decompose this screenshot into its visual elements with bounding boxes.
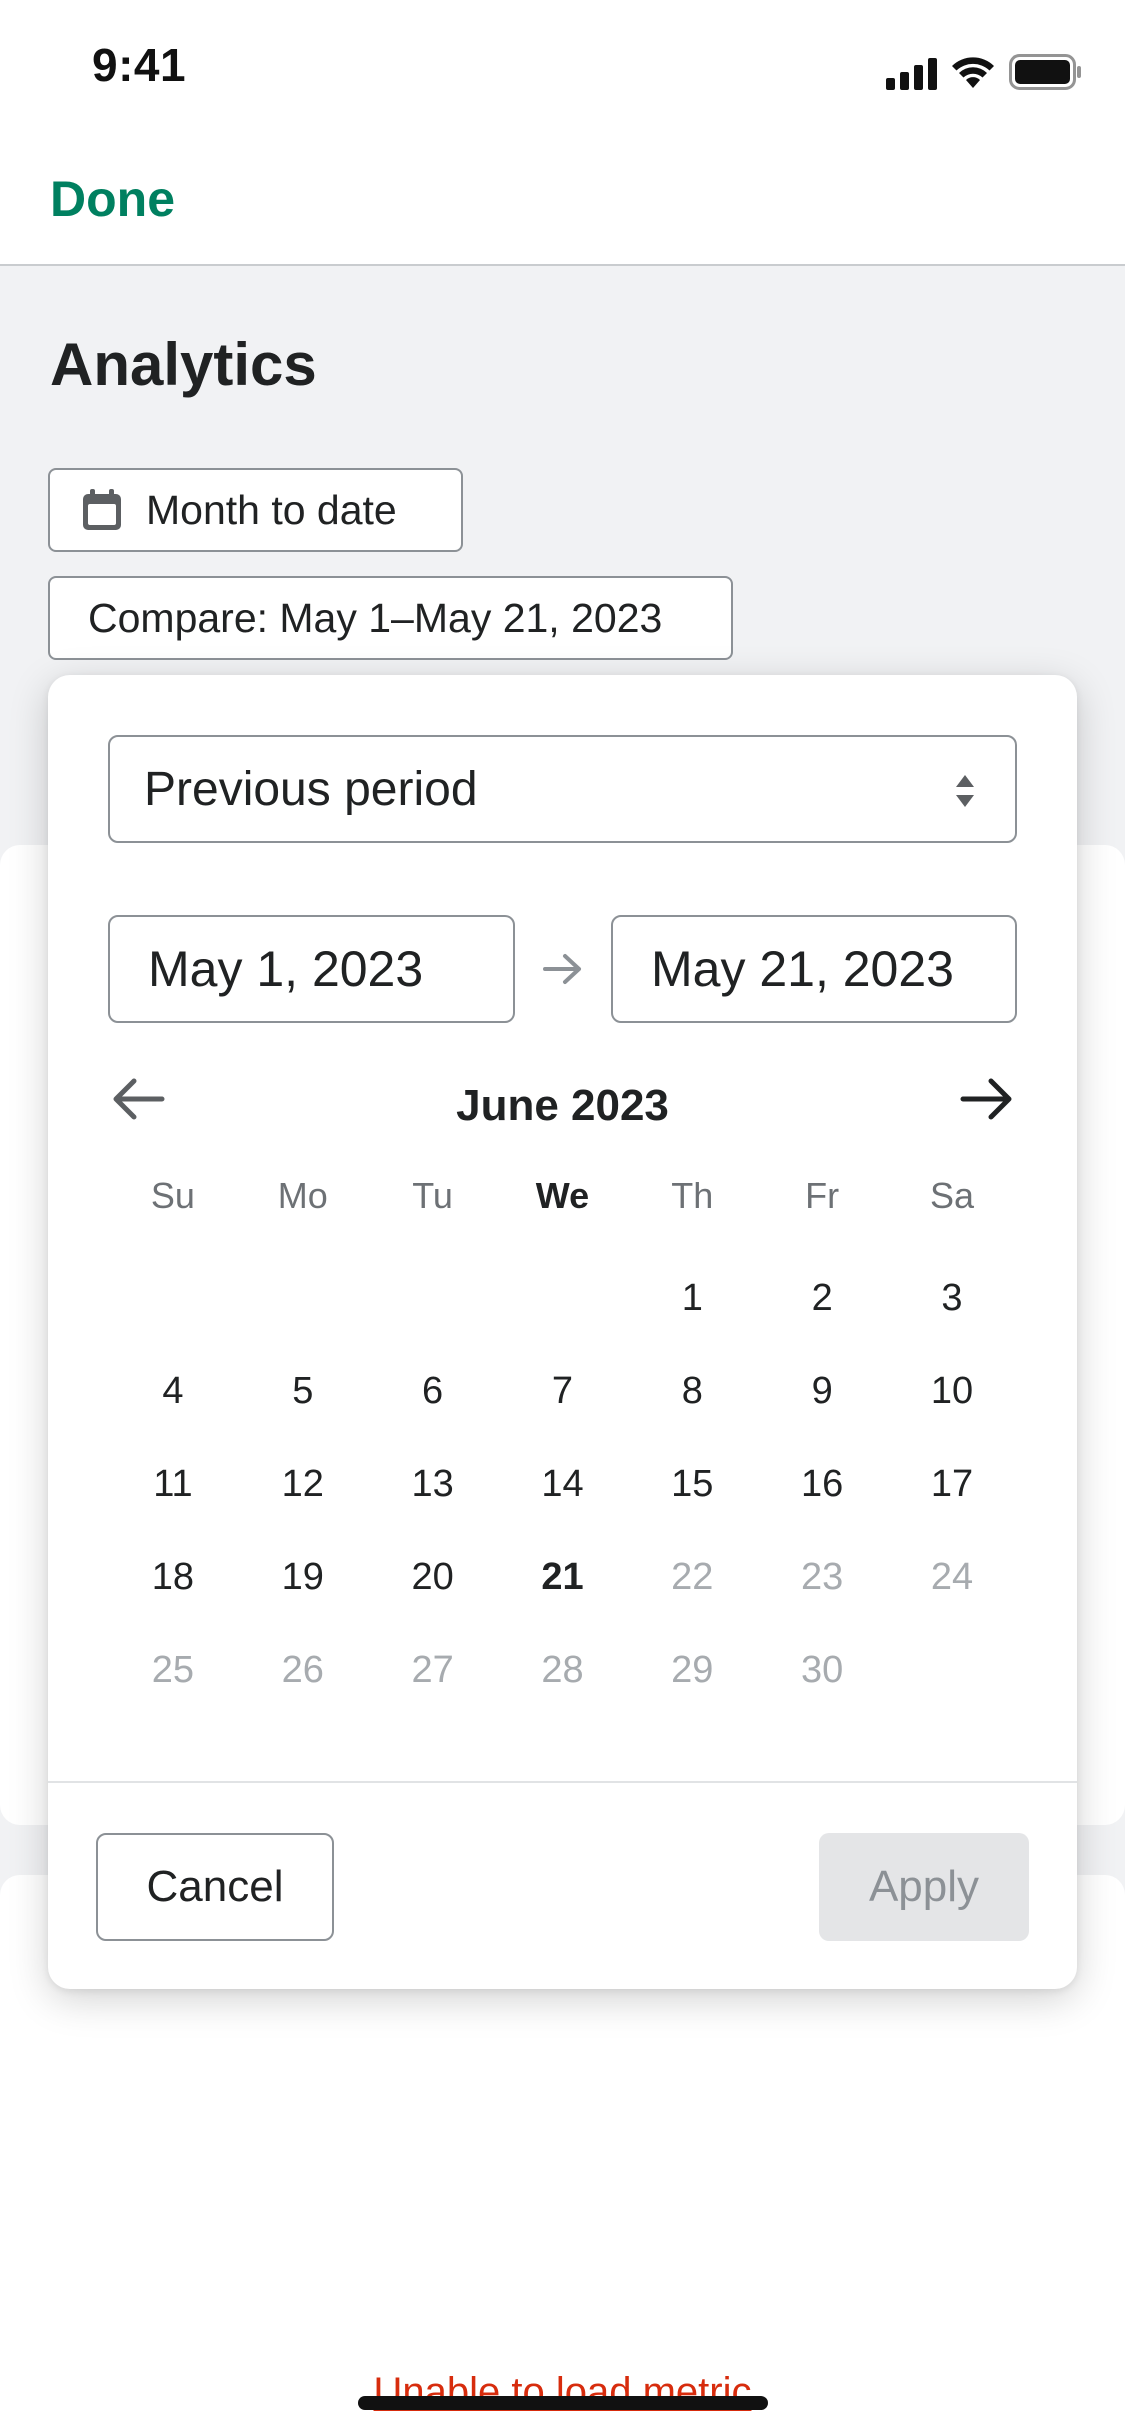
calendar-day[interactable]: 1 bbox=[627, 1277, 757, 1370]
calendar-day: 26 bbox=[281, 1649, 324, 1691]
calendar-week-row: 123 bbox=[108, 1277, 1017, 1370]
wifi-icon bbox=[952, 57, 994, 88]
calendar-day[interactable]: 7 bbox=[498, 1370, 628, 1463]
page-title: Analytics bbox=[50, 331, 317, 398]
calendar-day: 24 bbox=[930, 1556, 974, 1598]
cancel-button[interactable]: Cancel bbox=[96, 1833, 334, 1941]
calendar-day[interactable]: 16 bbox=[757, 1463, 887, 1556]
calendar-day[interactable]: 3 bbox=[887, 1277, 1017, 1370]
calendar-day[interactable]: 9 bbox=[757, 1370, 887, 1463]
calendar-day[interactable]: 4 bbox=[108, 1370, 238, 1463]
calendar-day[interactable]: 8 bbox=[627, 1370, 757, 1463]
weekday-header-row: Su Mo Tu We Th Fr Sa bbox=[108, 1175, 1017, 1277]
date-range-button[interactable]: Month to date bbox=[48, 468, 463, 552]
calendar-day: 25 bbox=[151, 1649, 195, 1691]
calendar-day[interactable]: 12 bbox=[238, 1463, 368, 1556]
calendar-grid: Su Mo Tu We Th Fr Sa 1 2 3 4 5 6 7 8 9 10 11 12 13 14 15 16 17… bbox=[108, 1175, 1017, 1742]
calendar-day: 22 bbox=[671, 1556, 714, 1598]
done-button[interactable]: Done bbox=[50, 170, 175, 228]
status-bar: 9:41 bbox=[0, 0, 1125, 136]
compare-date-popover: Previous period May 1, 2023 May 21, 2023… bbox=[48, 675, 1077, 1989]
weekday-label: Sa bbox=[929, 1175, 974, 1216]
calendar-day[interactable]: 21 bbox=[498, 1556, 628, 1649]
calendar-day[interactable]: 19 bbox=[238, 1556, 368, 1649]
weekday-label: Fr bbox=[805, 1175, 840, 1216]
calendar-week-row: 4 5 6 7 8 9 10 bbox=[108, 1370, 1017, 1463]
apply-button[interactable]: Apply bbox=[819, 1833, 1029, 1941]
calendar-day[interactable]: 11 bbox=[108, 1463, 238, 1556]
arrow-right-icon bbox=[543, 954, 581, 984]
calendar-empty-cell bbox=[887, 1649, 1017, 1742]
status-time: 9:41 bbox=[92, 39, 187, 91]
date-range-label: Month to date bbox=[146, 486, 397, 533]
calendar-day[interactable]: 17 bbox=[887, 1463, 1017, 1556]
period-select-value: Previous period bbox=[144, 762, 478, 816]
calendar-week-row: 11 12 13 14 15 16 17 bbox=[108, 1463, 1017, 1556]
calendar-week-row: 25 26 27 28 29 30 bbox=[108, 1649, 1017, 1742]
calendar-empty-cell bbox=[498, 1277, 628, 1370]
end-date-value: May 21, 2023 bbox=[651, 941, 954, 997]
end-date-field[interactable]: May 21, 2023 bbox=[611, 915, 1017, 1023]
weekday-label: Mo bbox=[277, 1175, 328, 1216]
calendar-day[interactable]: 18 bbox=[108, 1556, 238, 1649]
select-caret-icon bbox=[956, 775, 974, 807]
popover-divider bbox=[48, 1781, 1077, 1783]
cellular-signal-icon bbox=[886, 56, 937, 90]
calendar-day[interactable]: 20 bbox=[368, 1556, 498, 1649]
calendar-day[interactable]: 15 bbox=[627, 1463, 757, 1556]
start-date-field[interactable]: May 1, 2023 bbox=[108, 915, 515, 1023]
weekday-label: Su bbox=[150, 1175, 195, 1216]
navigation-bar: Done bbox=[0, 136, 1125, 266]
weekday-label: Tu bbox=[412, 1175, 453, 1216]
home-indicator bbox=[358, 2396, 768, 2410]
calendar-day: 30 bbox=[801, 1649, 844, 1691]
calendar-day[interactable]: 13 bbox=[368, 1463, 498, 1556]
start-date-value: May 1, 2023 bbox=[148, 941, 424, 997]
calendar-day: 28 bbox=[541, 1649, 584, 1691]
calendar-day[interactable]: 6 bbox=[368, 1370, 498, 1463]
compare-label: Compare: May 1–May 21, 2023 bbox=[88, 594, 663, 641]
compare-button[interactable]: Compare: May 1–May 21, 2023 bbox=[48, 576, 733, 660]
next-month-arrow-icon[interactable] bbox=[957, 1075, 1017, 1123]
calendar-empty-cell bbox=[238, 1277, 368, 1370]
period-select[interactable]: Previous period bbox=[108, 735, 1017, 843]
calendar-week-row: 18 19 20 21 22 23 24 bbox=[108, 1556, 1017, 1649]
battery-icon bbox=[1009, 54, 1081, 90]
weekday-label: We bbox=[535, 1175, 590, 1216]
calendar-day: 27 bbox=[411, 1649, 454, 1691]
calendar-day: 23 bbox=[801, 1556, 844, 1598]
calendar-month-label: June 2023 bbox=[456, 1081, 669, 1130]
calendar-empty-cell bbox=[108, 1277, 238, 1370]
weekday-label: Th bbox=[671, 1175, 714, 1216]
calendar-empty-cell bbox=[368, 1277, 498, 1370]
calendar-day: 29 bbox=[671, 1649, 714, 1691]
calendar-icon bbox=[83, 489, 121, 530]
status-icons bbox=[886, 50, 1083, 90]
calendar-day[interactable]: 2 bbox=[757, 1277, 887, 1370]
calendar-day[interactable]: 10 bbox=[887, 1370, 1017, 1463]
calendar-day[interactable]: 5 bbox=[238, 1370, 368, 1463]
calendar-day[interactable]: 14 bbox=[498, 1463, 628, 1556]
